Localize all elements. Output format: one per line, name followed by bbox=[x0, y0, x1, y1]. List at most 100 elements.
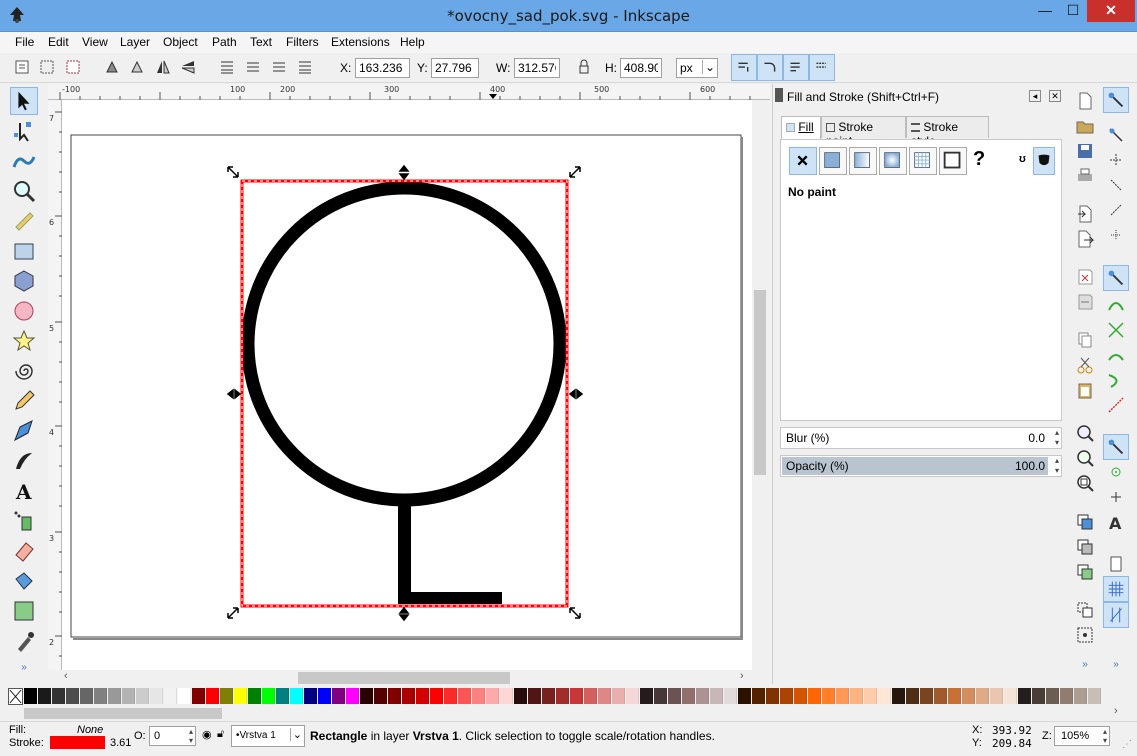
no-paint-button[interactable] bbox=[789, 147, 817, 175]
fill-rule-evenodd-icon[interactable]: ʊ bbox=[1019, 153, 1026, 165]
color-swatch[interactable] bbox=[1060, 688, 1073, 704]
paste-icon[interactable] bbox=[1075, 380, 1095, 400]
more-snap-icon[interactable]: » bbox=[1103, 659, 1129, 685]
color-swatch[interactable] bbox=[976, 688, 989, 704]
zoom-page-icon[interactable] bbox=[1075, 473, 1095, 493]
swatch-button[interactable] bbox=[939, 147, 967, 175]
color-swatch[interactable] bbox=[150, 688, 163, 704]
snap-intersection-icon[interactable] bbox=[1103, 317, 1129, 343]
color-swatch[interactable] bbox=[654, 688, 667, 704]
menu-filters[interactable]: Filters bbox=[286, 35, 319, 49]
color-swatch[interactable] bbox=[486, 688, 499, 704]
color-swatch[interactable] bbox=[262, 688, 275, 704]
more-tools-icon[interactable]: » bbox=[10, 662, 38, 676]
lock-icon[interactable] bbox=[574, 57, 594, 77]
color-swatch[interactable] bbox=[598, 688, 611, 704]
snap-text-baseline-icon[interactable]: A bbox=[1103, 509, 1129, 535]
flat-color-button[interactable] bbox=[819, 147, 847, 175]
select-all-layers-icon[interactable] bbox=[37, 57, 57, 77]
opacity-spin-icon[interactable]: ▴ ▾ bbox=[1055, 456, 1059, 476]
import-icon[interactable] bbox=[1075, 204, 1095, 224]
color-swatch[interactable] bbox=[122, 688, 135, 704]
no-color-swatch-icon[interactable] bbox=[8, 688, 23, 705]
clone-icon[interactable] bbox=[1075, 537, 1095, 557]
lock-layer-icon[interactable]: 🔓︎ bbox=[217, 728, 224, 741]
group-icon[interactable] bbox=[1075, 600, 1095, 620]
stroke-color-swatch[interactable] bbox=[50, 736, 105, 749]
color-swatch[interactable] bbox=[458, 688, 471, 704]
menu-help[interactable]: Help bbox=[400, 35, 425, 49]
snap-bbox-icon[interactable] bbox=[1103, 122, 1129, 148]
scale-stroke-toggle[interactable] bbox=[731, 54, 757, 81]
opacity-spinbox[interactable]: 0 ▴ ▾ bbox=[149, 726, 196, 746]
color-swatch[interactable] bbox=[248, 688, 261, 704]
snap-bbox-corner-icon[interactable] bbox=[1103, 172, 1129, 198]
color-swatch[interactable] bbox=[416, 688, 429, 704]
ungroup-icon[interactable] bbox=[1075, 625, 1095, 645]
duplicate-icon[interactable] bbox=[1075, 512, 1095, 532]
text-tool-icon[interactable]: A bbox=[10, 477, 38, 505]
menu-view[interactable]: View bbox=[82, 35, 108, 49]
color-swatch[interactable] bbox=[570, 688, 583, 704]
zoom-spin-icon[interactable]: ▴ ▾ bbox=[1103, 727, 1107, 745]
snap-others-icon[interactable] bbox=[1103, 434, 1129, 460]
spiral-tool-icon[interactable] bbox=[10, 357, 38, 385]
snap-rotation-center-icon[interactable] bbox=[1103, 484, 1129, 510]
unlink-clone-icon[interactable] bbox=[1075, 562, 1095, 582]
snap-bbox-edge-icon[interactable] bbox=[1103, 147, 1129, 173]
blur-slider[interactable]: Blur (%) 0.0 ▴ ▾ bbox=[780, 427, 1062, 449]
ellipse-tool-icon[interactable] bbox=[10, 297, 38, 325]
save-icon[interactable] bbox=[1075, 141, 1095, 161]
menu-edit[interactable]: Edit bbox=[48, 35, 69, 49]
color-swatch[interactable] bbox=[220, 688, 233, 704]
width-field[interactable] bbox=[514, 58, 560, 78]
scroll-left-icon[interactable]: ‹ bbox=[64, 670, 68, 682]
redo-icon[interactable] bbox=[1075, 292, 1095, 312]
color-swatch[interactable] bbox=[444, 688, 457, 704]
zoom-drawing-icon[interactable] bbox=[1075, 448, 1095, 468]
more-commands-icon[interactable]: » bbox=[1075, 659, 1095, 679]
eraser-tool-icon[interactable] bbox=[10, 537, 38, 565]
close-button[interactable]: ✕ bbox=[1087, 0, 1135, 22]
raise-icon[interactable] bbox=[243, 57, 263, 77]
color-swatch[interactable] bbox=[934, 688, 947, 704]
cut-icon[interactable] bbox=[1075, 355, 1095, 375]
pen-tool-icon[interactable] bbox=[10, 417, 38, 445]
color-swatch[interactable] bbox=[738, 688, 751, 704]
color-swatch[interactable] bbox=[1074, 688, 1087, 704]
selection-handles[interactable] bbox=[62, 100, 752, 670]
vertical-scroll-thumb[interactable] bbox=[754, 290, 766, 475]
calligraphy-tool-icon[interactable] bbox=[10, 447, 38, 475]
color-swatch[interactable] bbox=[472, 688, 485, 704]
3d-box-tool-icon[interactable] bbox=[10, 267, 38, 295]
color-swatch[interactable] bbox=[794, 688, 807, 704]
color-swatch[interactable] bbox=[850, 688, 863, 704]
star-tool-icon[interactable] bbox=[10, 327, 38, 355]
color-swatch[interactable] bbox=[332, 688, 345, 704]
zoom-field[interactable]: 105% ▴ ▾ bbox=[1054, 726, 1110, 746]
panel-close-icon[interactable]: ✕ bbox=[1049, 90, 1061, 102]
snap-grid-icon[interactable] bbox=[1103, 576, 1129, 602]
color-palette[interactable] bbox=[24, 688, 1137, 705]
color-swatch[interactable] bbox=[94, 688, 107, 704]
copy-icon[interactable] bbox=[1075, 330, 1095, 350]
new-document-icon[interactable] bbox=[1075, 91, 1095, 111]
color-swatch[interactable] bbox=[38, 688, 51, 704]
color-swatch[interactable] bbox=[766, 688, 779, 704]
color-swatch[interactable] bbox=[388, 688, 401, 704]
color-swatch[interactable] bbox=[374, 688, 387, 704]
blur-spin-icon[interactable]: ▴ ▾ bbox=[1055, 428, 1059, 448]
color-swatch[interactable] bbox=[626, 688, 639, 704]
pattern-button[interactable] bbox=[909, 147, 937, 175]
color-swatch[interactable] bbox=[304, 688, 317, 704]
snap-path-icon[interactable] bbox=[1103, 292, 1129, 318]
color-swatch[interactable] bbox=[528, 688, 541, 704]
color-swatch[interactable] bbox=[178, 688, 191, 704]
layer-select[interactable]: •Vrstva 1 ⌄ bbox=[231, 725, 305, 747]
height-field[interactable] bbox=[620, 58, 662, 78]
snap-object-center-icon[interactable] bbox=[1103, 459, 1129, 485]
open-file-icon[interactable] bbox=[1075, 116, 1095, 136]
tab-stroke-paint[interactable]: Stroke paint bbox=[821, 116, 906, 148]
measure-tool-icon[interactable] bbox=[10, 207, 38, 235]
snap-enable-icon[interactable] bbox=[1103, 87, 1129, 113]
